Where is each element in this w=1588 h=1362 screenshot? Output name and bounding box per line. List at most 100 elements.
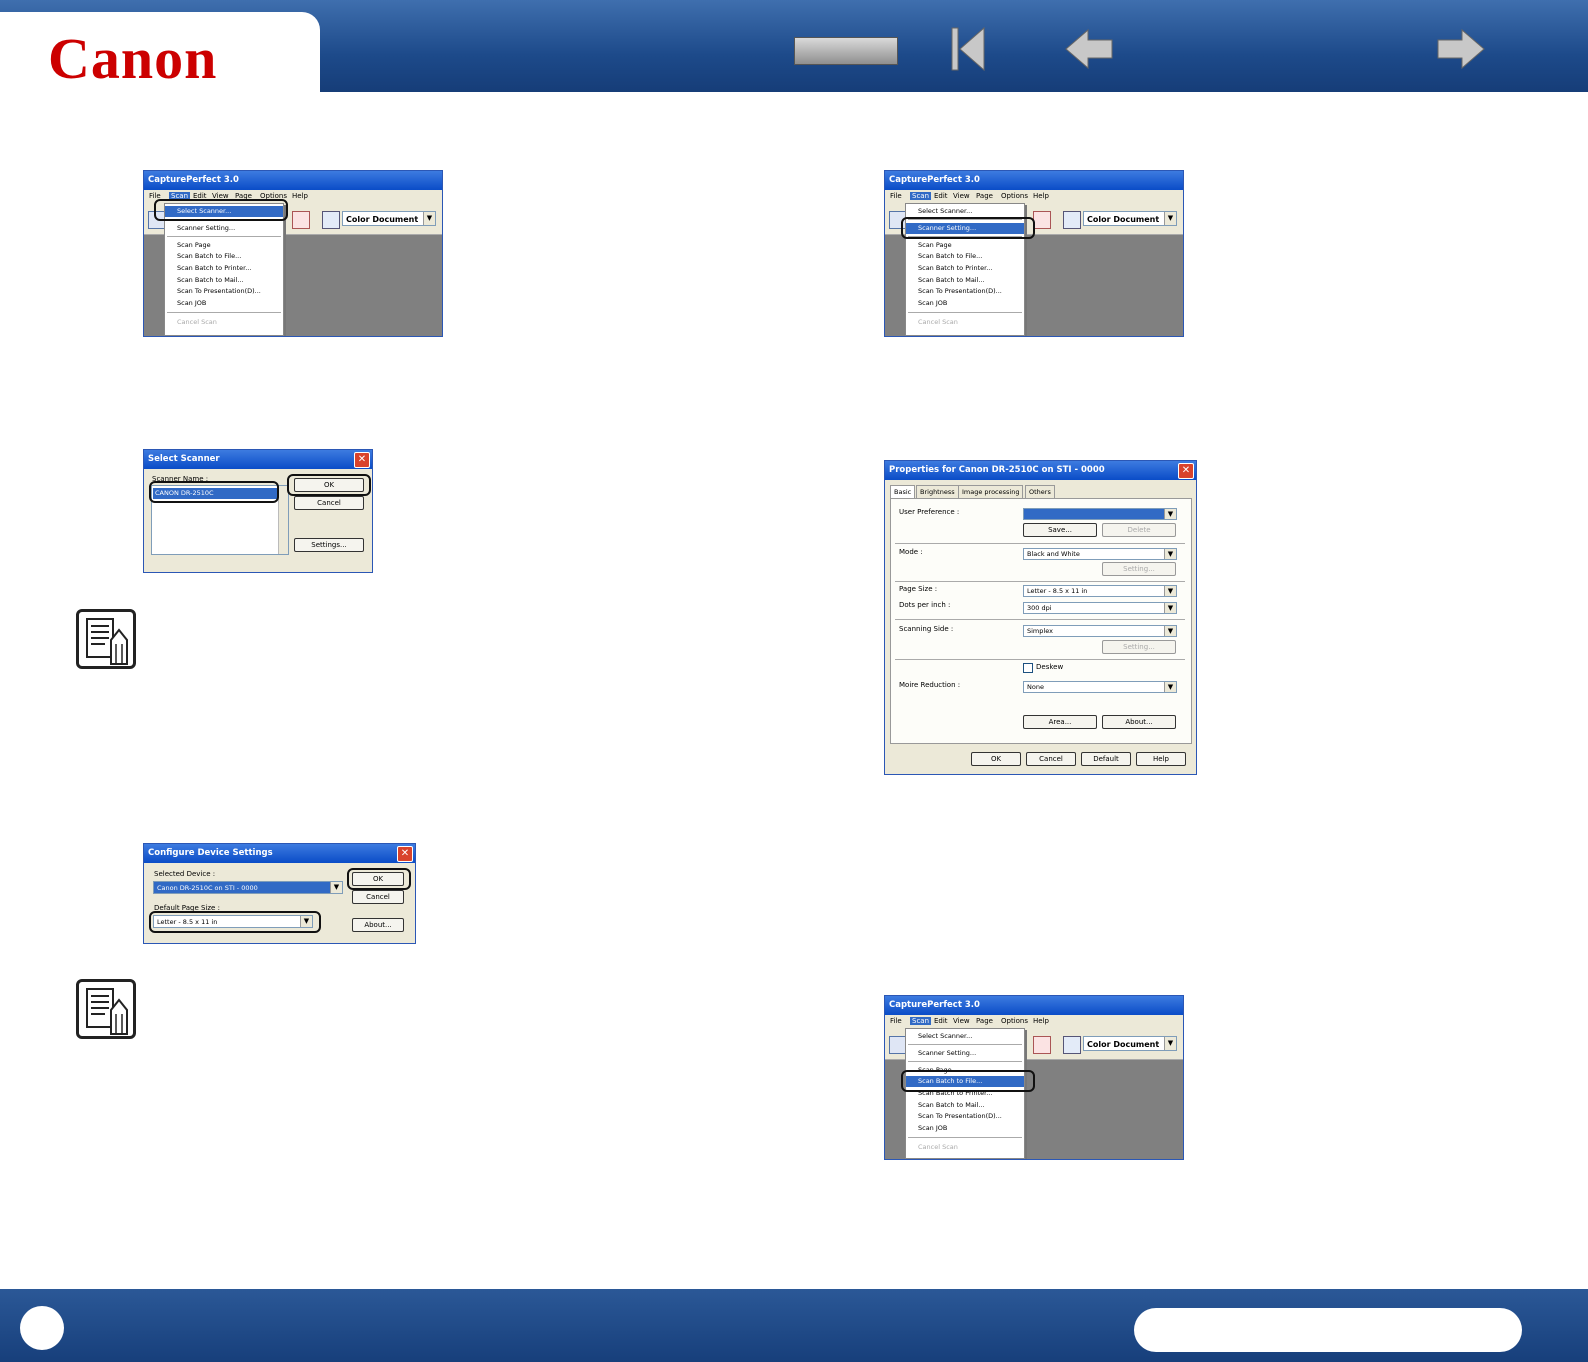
menu-item-scan-batch-printer[interactable]: Scan Batch to Printer... xyxy=(906,263,1024,274)
dialog-title: Configure Device Settings xyxy=(144,844,415,863)
chevron-down-icon: ▼ xyxy=(330,882,342,893)
printer-icon[interactable] xyxy=(1063,1036,1081,1054)
highlight-ring xyxy=(287,474,371,496)
menu-item-scan-job[interactable]: Scan JOB xyxy=(906,298,1024,309)
printer-icon[interactable] xyxy=(1063,211,1081,229)
menu-file[interactable]: File xyxy=(890,1017,902,1025)
cancel-button[interactable]: Cancel xyxy=(352,890,404,904)
menu-view[interactable]: View xyxy=(953,192,970,200)
separator xyxy=(895,659,1185,660)
scan-menu: Select Scanner... Scanner Setting... Sca… xyxy=(164,203,284,336)
scrollbar[interactable] xyxy=(278,486,288,554)
top-button[interactable] xyxy=(794,37,898,65)
menu-item-scan-batch-file[interactable]: Scan Batch to File... xyxy=(165,251,283,262)
menu-item-scan-batch-mail[interactable]: Scan Batch to Mail... xyxy=(906,275,1024,286)
mode-combo[interactable]: Black and White ▼ xyxy=(1023,548,1177,560)
tab-panel: User Preference : ▼ Save... Delete Mode … xyxy=(890,498,1192,744)
chevron-down-icon: ▼ xyxy=(1164,586,1176,596)
moire-combo[interactable]: None ▼ xyxy=(1023,681,1177,693)
document-type-combo[interactable]: Color Document ▼ xyxy=(1083,211,1177,226)
menu-help[interactable]: Help xyxy=(292,192,308,200)
tab-brightness[interactable]: Brightness xyxy=(916,485,959,499)
menu-file[interactable]: File xyxy=(890,192,902,200)
highlight-ring xyxy=(901,1070,1035,1092)
menu-help[interactable]: Help xyxy=(1033,192,1049,200)
menu-edit[interactable]: Edit xyxy=(934,192,948,200)
note-icon xyxy=(76,609,136,669)
menu-item-scan-job[interactable]: Scan JOB xyxy=(165,298,283,309)
first-page-icon[interactable] xyxy=(950,26,986,72)
scanning-side-combo[interactable]: Simplex ▼ xyxy=(1023,625,1177,637)
page-size-combo[interactable]: Letter - 8.5 x 11 in ▼ xyxy=(1023,585,1177,597)
dpi-combo[interactable]: 300 dpi ▼ xyxy=(1023,602,1177,614)
deskew-checkbox[interactable] xyxy=(1023,663,1033,673)
area-button[interactable]: Area... xyxy=(1023,715,1097,729)
configure-device-dialog: Configure Device Settings ✕ Selected Dev… xyxy=(143,843,416,944)
help-button[interactable]: Help xyxy=(1136,752,1186,766)
menu-separator xyxy=(167,312,281,313)
menu-item-scan-batch-file[interactable]: Scan Batch to File... xyxy=(906,251,1024,262)
menu-item-scan-presentation[interactable]: Scan To Presentation(D)... xyxy=(906,1111,1024,1122)
highlight-ring xyxy=(149,481,279,503)
document-type-combo[interactable]: Color Document ▼ xyxy=(1083,1036,1177,1051)
user-preference-combo[interactable]: ▼ xyxy=(1023,508,1177,520)
selected-device-combo[interactable]: Canon DR-2510C on STI - 0000 ▼ xyxy=(153,881,343,894)
canon-logo: Canon xyxy=(48,26,218,91)
menu-item-scan-page[interactable]: Scan Page xyxy=(165,240,283,251)
highlight-ring xyxy=(154,199,288,221)
next-page-icon[interactable] xyxy=(1436,28,1486,70)
scanning-side-label: Scanning Side : xyxy=(899,625,954,633)
menu-item-scan-batch-mail[interactable]: Scan Batch to Mail... xyxy=(165,275,283,286)
menu-item-scan-presentation[interactable]: Scan To Presentation(D)... xyxy=(906,286,1024,297)
user-preference-label: User Preference : xyxy=(899,508,960,516)
document-type-combo[interactable]: Color Document ▼ xyxy=(342,211,436,226)
captureperfect-window-3: CapturePerfect 3.0 File Scan Edit View P… xyxy=(884,995,1184,1160)
cancel-button[interactable]: Cancel xyxy=(294,496,364,510)
menu-item-scanner-setting[interactable]: Scanner Setting... xyxy=(165,223,283,234)
menu-scan[interactable]: Scan xyxy=(910,192,932,200)
tab-others[interactable]: Others xyxy=(1025,485,1055,499)
mail-icon[interactable] xyxy=(1033,211,1051,229)
menu-separator xyxy=(908,1061,1022,1062)
tab-image-processing[interactable]: Image processing xyxy=(958,485,1024,499)
page-number-badge xyxy=(20,1306,64,1350)
mail-icon[interactable] xyxy=(1033,1036,1051,1054)
tab-basic[interactable]: Basic xyxy=(890,485,916,499)
mail-icon[interactable] xyxy=(292,211,310,229)
menu-options[interactable]: Options xyxy=(1001,1017,1028,1025)
menu-help[interactable]: Help xyxy=(1033,1017,1049,1025)
printer-icon[interactable] xyxy=(322,211,340,229)
ok-button[interactable]: OK xyxy=(971,752,1021,766)
save-button[interactable]: Save... xyxy=(1023,523,1097,537)
highlight-ring xyxy=(901,217,1035,239)
menu-item-select-scanner[interactable]: Select Scanner... xyxy=(906,206,1024,217)
about-button[interactable]: About... xyxy=(352,918,404,932)
menu-item-scan-batch-mail[interactable]: Scan Batch to Mail... xyxy=(906,1100,1024,1111)
menu-item-scan-page[interactable]: Scan Page xyxy=(906,240,1024,251)
about-button[interactable]: About... xyxy=(1102,715,1176,729)
menu-item-select-scanner[interactable]: Select Scanner... xyxy=(906,1031,1024,1042)
close-icon[interactable]: ✕ xyxy=(354,452,370,468)
menu-scan[interactable]: Scan xyxy=(910,1017,932,1025)
close-icon[interactable]: ✕ xyxy=(1178,463,1194,479)
close-icon[interactable]: ✕ xyxy=(397,846,413,862)
chevron-down-icon: ▼ xyxy=(1164,626,1176,636)
captureperfect-window-2: CapturePerfect 3.0 File Scan Edit View P… xyxy=(884,170,1184,337)
settings-button[interactable]: Settings... xyxy=(294,538,364,552)
menu-item-scan-job[interactable]: Scan JOB xyxy=(906,1123,1024,1134)
menu-page[interactable]: Page xyxy=(976,1017,993,1025)
previous-page-icon[interactable] xyxy=(1064,28,1114,70)
window-title: CapturePerfect 3.0 xyxy=(885,171,1183,190)
separator xyxy=(895,619,1185,620)
menu-page[interactable]: Page xyxy=(976,192,993,200)
chevron-down-icon: ▼ xyxy=(1164,682,1176,692)
menu-item-scan-presentation[interactable]: Scan To Presentation(D)... xyxy=(165,286,283,297)
menu-view[interactable]: View xyxy=(953,1017,970,1025)
menu-edit[interactable]: Edit xyxy=(934,1017,948,1025)
default-button[interactable]: Default xyxy=(1081,752,1131,766)
deskew-label: Deskew xyxy=(1036,663,1064,671)
menu-item-scanner-setting[interactable]: Scanner Setting... xyxy=(906,1048,1024,1059)
menu-item-scan-batch-printer[interactable]: Scan Batch to Printer... xyxy=(165,263,283,274)
menu-options[interactable]: Options xyxy=(1001,192,1028,200)
cancel-button[interactable]: Cancel xyxy=(1026,752,1076,766)
